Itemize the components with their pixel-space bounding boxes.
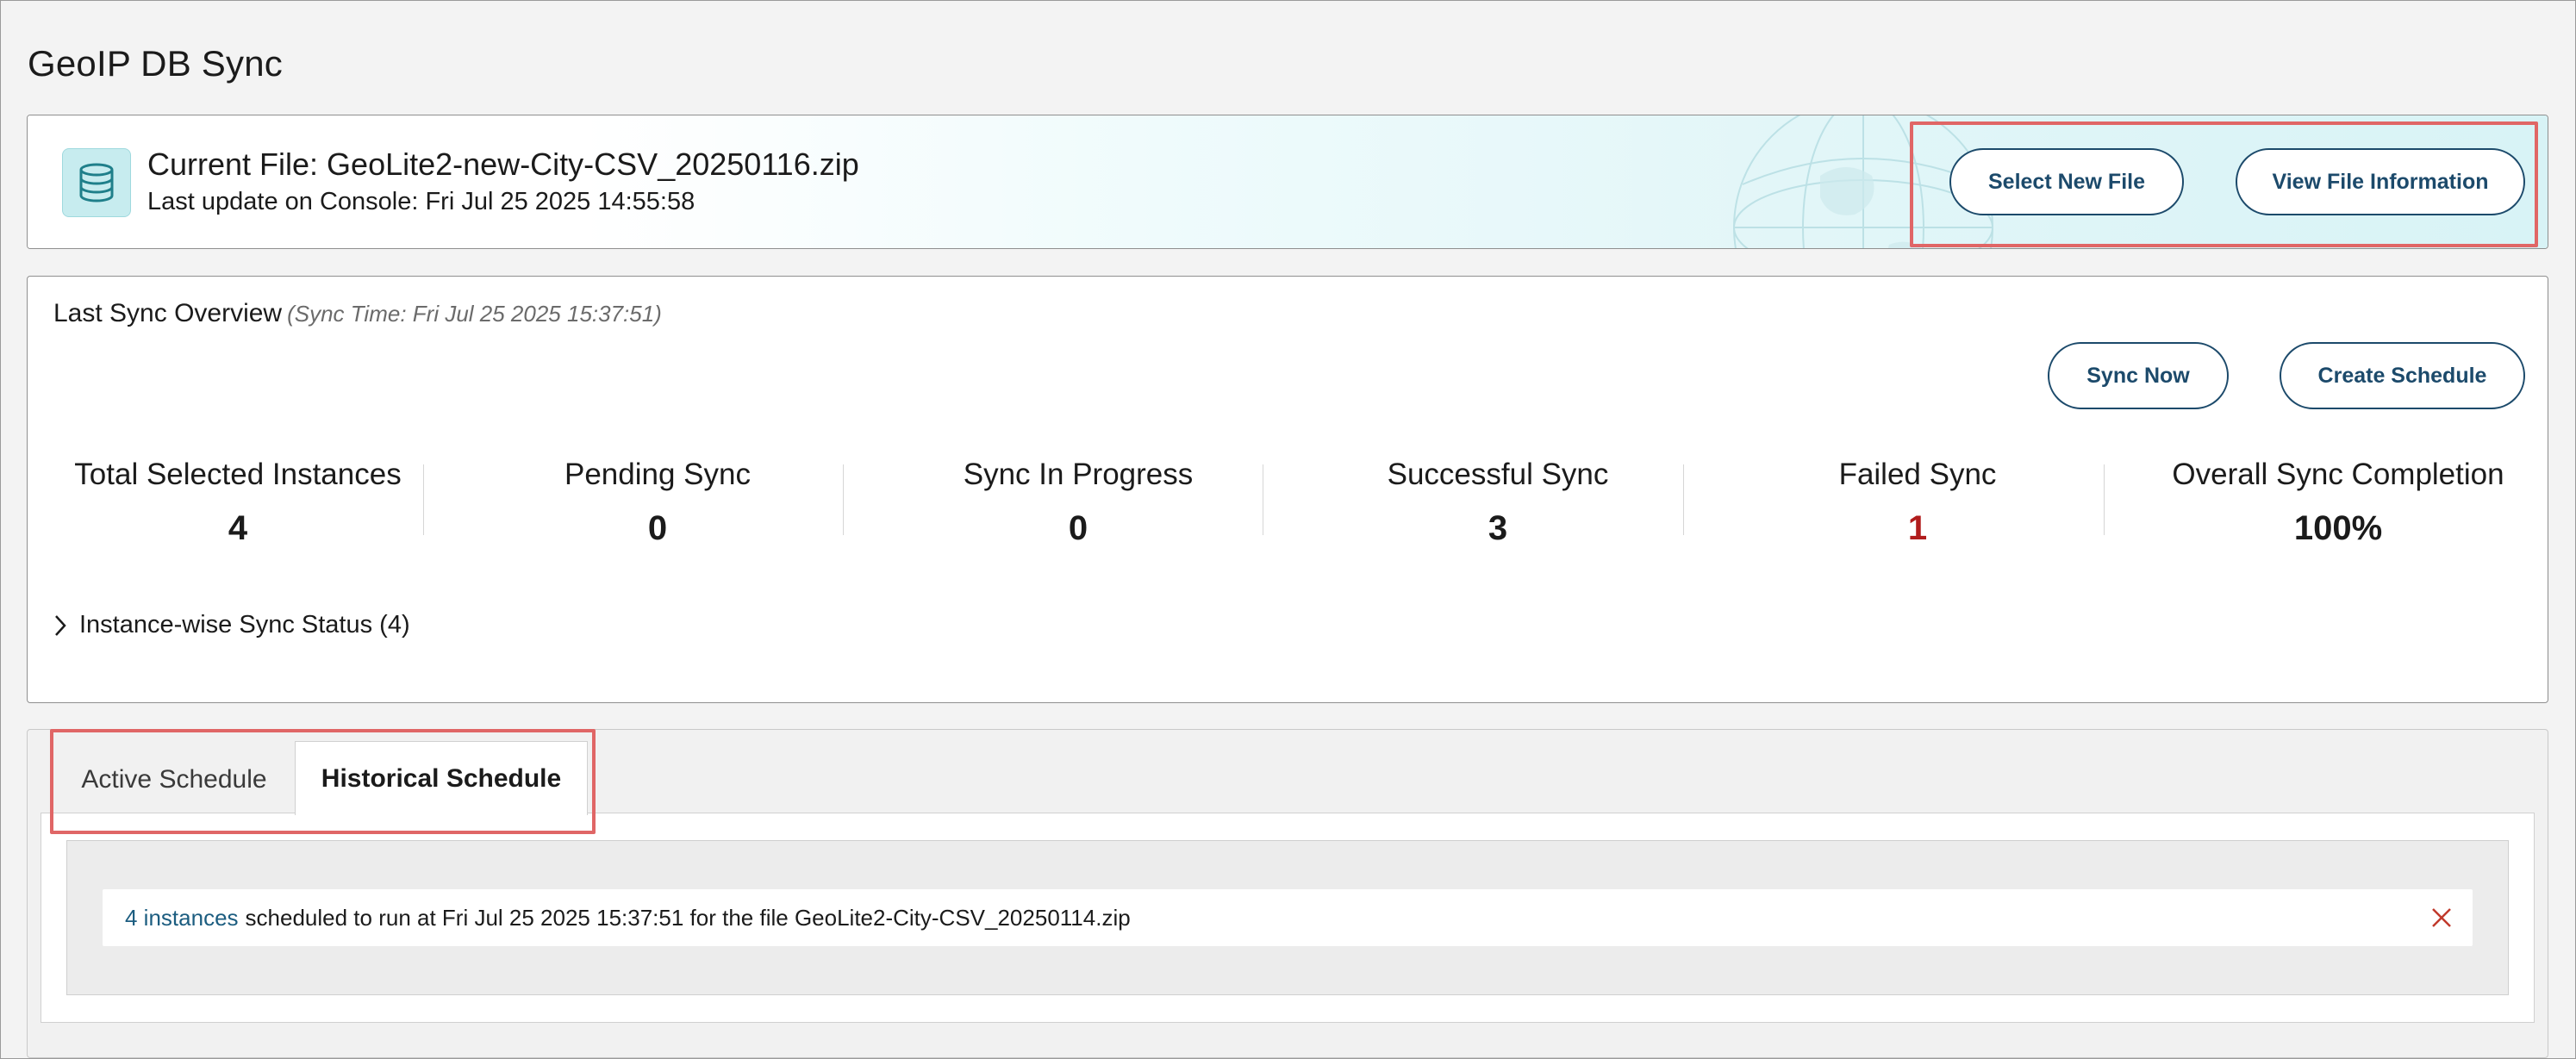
stat-label: Pending Sync [564, 458, 751, 491]
stat-sync-in-progress: Sync In Progress 0 [868, 458, 1288, 548]
stat-divider [1683, 464, 1684, 535]
last-update-text: Last update on Console: Fri Jul 25 2025 … [147, 188, 695, 215]
sync-overview-title: Last Sync Overview (Sync Time: Fri Jul 25… [53, 299, 662, 328]
stat-failed-sync: Failed Sync 1 [1707, 458, 2128, 548]
stat-divider [2104, 464, 2105, 535]
close-icon[interactable] [2428, 904, 2455, 931]
stat-value: 0 [1068, 509, 1088, 547]
page-title: GeoIP DB Sync [28, 43, 283, 84]
stat-total-selected-instances: Total Selected Instances 4 [28, 458, 448, 548]
select-new-file-button[interactable]: Select New File [1949, 148, 2184, 215]
stat-pending-sync: Pending Sync 0 [447, 458, 868, 548]
instance-sync-status-expander[interactable]: Instance-wise Sync Status (4) [53, 611, 410, 639]
expander-label: Instance-wise Sync Status (4) [79, 611, 410, 639]
chevron-right-icon [55, 614, 66, 636]
sync-overview-heading: Last Sync Overview [53, 299, 283, 327]
stat-label: Sync In Progress [963, 458, 1194, 491]
stat-successful-sync: Successful Sync 3 [1288, 458, 1708, 548]
stat-divider [423, 464, 424, 535]
stat-overall-sync-completion: Overall Sync Completion 100% [2128, 458, 2548, 548]
create-schedule-button[interactable]: Create Schedule [2280, 342, 2525, 409]
tabs-highlight [50, 729, 596, 834]
stat-value: 3 [1488, 509, 1508, 547]
sync-now-button[interactable]: Sync Now [2048, 342, 2229, 409]
stat-label: Overall Sync Completion [2172, 458, 2504, 491]
stat-value: 4 [228, 509, 248, 547]
instances-link[interactable]: 4 instances [125, 905, 239, 931]
sync-time: (Sync Time: Fri Jul 25 2025 15:37:51) [287, 301, 662, 327]
schedule-entry: 4 instances scheduled to run at Fri Jul … [103, 889, 2473, 946]
schedule-entry-text: scheduled to run at Fri Jul 25 2025 15:3… [245, 904, 1131, 931]
current-file-title: Current File: GeoLite2-new-City-CSV_2025… [147, 146, 859, 182]
database-icon [62, 148, 131, 217]
stat-value: 100% [2293, 509, 2383, 547]
stat-label: Successful Sync [1387, 458, 1609, 491]
stat-label: Failed Sync [1838, 458, 1997, 491]
stat-label: Total Selected Instances [74, 458, 402, 491]
stat-value: 0 [647, 509, 668, 547]
stat-divider [843, 464, 844, 535]
sync-overview-card: Last Sync Overview (Sync Time: Fri Jul 25… [27, 276, 2548, 703]
stat-value: 1 [1907, 509, 1928, 547]
view-file-information-button[interactable]: View File Information [2236, 148, 2525, 215]
